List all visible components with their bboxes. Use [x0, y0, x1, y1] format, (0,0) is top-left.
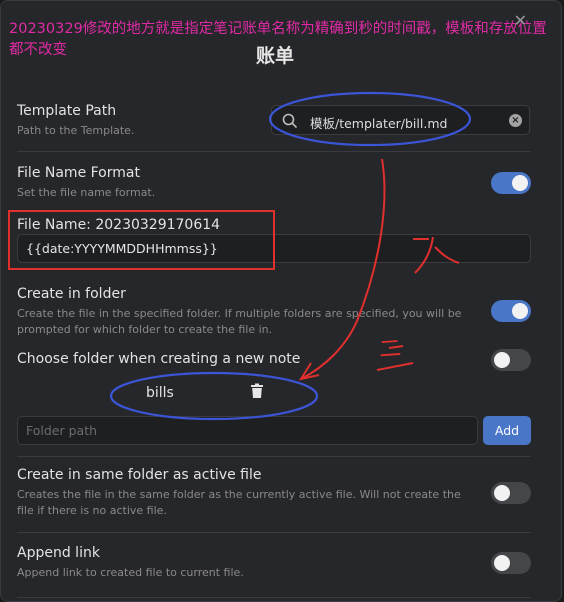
divider	[17, 456, 531, 457]
setting-desc: Set the file name format.	[17, 186, 156, 199]
template-path-search[interactable]: 模板/templater/bill.md ×	[271, 105, 530, 135]
setting-desc: Create the file in the specified folder.…	[17, 307, 462, 336]
append-link-toggle[interactable]	[491, 552, 531, 574]
setting-name: Create in folder	[17, 286, 126, 302]
setting-name: Choose folder when creating a new note	[17, 351, 301, 367]
setting-name: File Name Format	[17, 165, 140, 181]
toggle-knob	[512, 303, 528, 319]
toggle-knob	[512, 175, 528, 191]
search-icon	[282, 113, 298, 133]
toggle-knob	[494, 352, 510, 368]
divider	[17, 532, 531, 533]
setting-same-folder: Create in same folder as active file Cre…	[17, 467, 471, 519]
file-name-format-toggle[interactable]	[491, 172, 531, 194]
setting-name: Append link	[17, 545, 100, 561]
clear-icon[interactable]: ×	[509, 114, 522, 127]
divider	[17, 597, 531, 598]
setting-append-link: Append link Append link to created file …	[17, 545, 529, 581]
setting-choose-folder: Choose folder when creating a new note	[17, 351, 529, 367]
setting-file-name-format: File Name Format Set the file name forma…	[17, 165, 529, 201]
divider	[17, 151, 531, 152]
folder-item-label: bills	[146, 385, 174, 401]
setting-desc: Append link to created file to current f…	[17, 566, 244, 579]
choose-folder-toggle[interactable]	[491, 349, 531, 371]
setting-name: Create in same folder as active file	[17, 467, 262, 483]
toggle-knob	[494, 485, 510, 501]
add-folder-button[interactable]: Add	[483, 416, 531, 445]
toggle-knob	[494, 555, 510, 571]
trash-icon[interactable]	[250, 383, 264, 403]
annotation-handwritten-mark: 二	[378, 336, 403, 363]
annotation-blue-ellipse-folder	[109, 371, 319, 421]
close-icon[interactable]: ✕	[514, 13, 527, 29]
modal-title: 账单	[255, 45, 294, 67]
template-path-value[interactable]: 模板/templater/bill.md	[310, 113, 447, 132]
annotation-red-box	[8, 210, 275, 270]
setting-create-in-folder: Create in folder Create the file in the …	[17, 286, 471, 338]
create-in-folder-toggle[interactable]	[491, 300, 531, 322]
folder-path-input[interactable]: Folder path	[17, 416, 478, 445]
same-folder-toggle[interactable]	[491, 482, 531, 504]
settings-modal: 20230329修改的地方就是指定笔记账单名称为精确到秒的时间戳，模板和存放位置…	[0, 0, 562, 602]
setting-desc: Creates the file in the same folder as t…	[17, 488, 461, 517]
